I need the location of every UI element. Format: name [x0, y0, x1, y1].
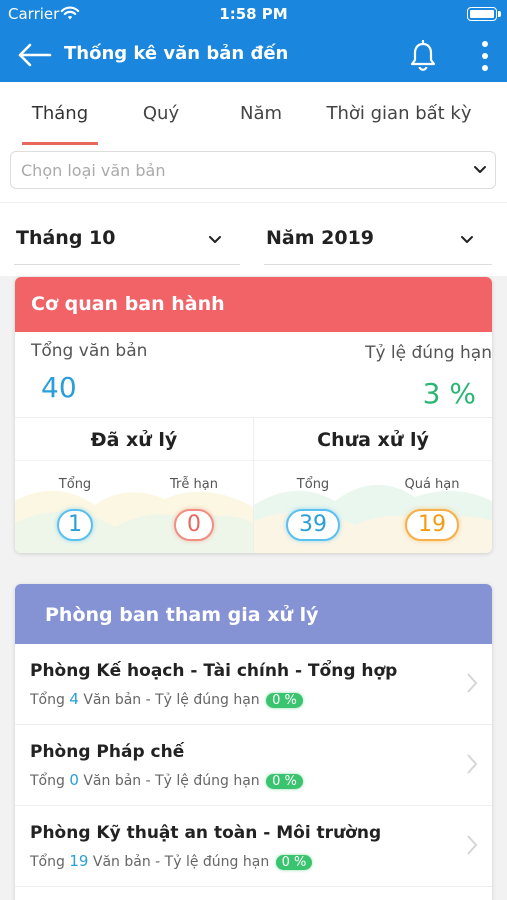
department-doc-count: 19 — [69, 852, 89, 870]
department-summary: Tổng 19 Văn bản - Tỷ lệ đúng hạn 0 % — [30, 852, 313, 870]
department-rate-badge: 0 % — [266, 774, 303, 789]
chevron-right-icon — [467, 754, 478, 774]
tab-month[interactable]: Tháng — [14, 82, 106, 146]
total-docs-label: Tổng văn bản — [31, 341, 148, 361]
chevron-down-icon — [474, 166, 486, 173]
department-doc-count: 0 — [69, 771, 79, 789]
tab-quarter[interactable]: Quý — [116, 82, 206, 146]
unprocessed-overdue-badge[interactable]: 19 — [405, 509, 459, 541]
processed-late-badge[interactable]: 0 — [174, 509, 214, 541]
total-prefix: Tổng — [30, 692, 65, 708]
year-select[interactable]: Năm 2019 — [264, 213, 492, 265]
departments-card: Phòng ban tham gia xử lý Phòng Kế hoạch … — [15, 584, 492, 900]
app-header: Carrier 1:58 PM Thống kê văn bản đến — [0, 0, 507, 82]
processed-title: Đã xử lý — [90, 429, 178, 451]
department-row[interactable]: Phòng Kỹ thuật an toàn - Môi trường Tổng… — [15, 806, 492, 887]
department-name: Phòng Pháp chế — [30, 742, 185, 762]
on-time-rate-value: 3 % — [422, 377, 476, 410]
unprocessed-total-badge[interactable]: 39 — [286, 509, 340, 541]
status-bar: Carrier 1:58 PM — [0, 0, 507, 28]
battery-icon — [467, 7, 501, 21]
doc-type-section: Chọn loại văn bản — [0, 146, 507, 202]
issuer-stats-card: Cơ quan ban hành Tổng văn bản 40 Tỷ lệ đ… — [15, 277, 492, 553]
spacer — [0, 268, 507, 276]
on-time-rate-label: Tỷ lệ đúng hạn — [365, 343, 492, 363]
total-prefix: Tổng — [30, 773, 65, 789]
navbar: Thống kê văn bản đến — [0, 28, 507, 82]
department-rate-badge: 0 % — [275, 855, 313, 870]
page-title: Thống kê văn bản đến — [64, 43, 289, 64]
department-rate-badge: 0 % — [266, 693, 303, 708]
more-vertical-icon[interactable] — [470, 39, 500, 73]
processed-late-label: Trễ hạn — [170, 477, 218, 492]
department-doc-count: 4 — [69, 690, 79, 708]
department-name: Phòng Kế hoạch - Tài chính - Tổng hợp — [30, 661, 398, 681]
unprocessed-total-label: Tổng — [296, 477, 330, 492]
docs-suffix: Văn bản - Tỷ lệ đúng hạn — [92, 854, 270, 870]
total-docs-value: 40 — [41, 371, 77, 404]
total-prefix: Tổng — [30, 854, 65, 870]
month-value: Tháng 10 — [16, 227, 116, 249]
department-row[interactable]: Phòng Pháp chế Tổng 0 Văn bản - Tỷ lệ đú… — [15, 725, 492, 806]
unprocessed-overdue-label: Quá hạn — [404, 477, 460, 492]
docs-suffix: Văn bản - Tỷ lệ đúng hạn — [83, 773, 260, 789]
issuer-card-title: Cơ quan ban hành — [15, 277, 492, 332]
unprocessed-title: Chưa xử lý — [317, 429, 429, 451]
processed-total-label: Tổng — [58, 477, 92, 492]
doc-type-placeholder: Chọn loại văn bản — [21, 161, 166, 180]
processed-total-badge[interactable]: 1 — [57, 509, 93, 541]
departments-card-title: Phòng ban tham gia xử lý — [15, 584, 492, 644]
tab-year[interactable]: Năm — [216, 82, 306, 146]
department-name: Phòng Kỹ thuật an toàn - Môi trường — [30, 823, 382, 843]
month-select[interactable]: Tháng 10 — [14, 213, 240, 265]
department-row[interactable]: Phòng Kế hoạch - Tài chính - Tổng hợp Tổ… — [15, 644, 492, 725]
chevron-down-icon — [461, 236, 473, 243]
department-summary: Tổng 4 Văn bản - Tỷ lệ đúng hạn 0 % — [30, 690, 303, 708]
chevron-down-icon — [209, 236, 221, 243]
active-tab-indicator — [22, 142, 98, 145]
period-tabs: Tháng Quý Năm Thời gian bất kỳ — [0, 82, 507, 146]
docs-suffix: Văn bản - Tỷ lệ đúng hạn — [83, 692, 260, 708]
year-value: Năm 2019 — [266, 227, 375, 249]
tab-any-time[interactable]: Thời gian bất kỳ — [316, 82, 482, 146]
period-selectors: Tháng 10 Năm 2019 — [0, 202, 507, 268]
bell-icon[interactable] — [406, 39, 440, 73]
back-arrow-icon[interactable] — [16, 42, 52, 68]
department-summary: Tổng 0 Văn bản - Tỷ lệ đúng hạn 0 % — [30, 771, 303, 789]
chevron-right-icon — [467, 673, 478, 693]
doc-type-select[interactable]: Chọn loại văn bản — [10, 151, 496, 189]
chevron-right-icon — [467, 835, 478, 855]
clock: 1:58 PM — [219, 5, 288, 23]
